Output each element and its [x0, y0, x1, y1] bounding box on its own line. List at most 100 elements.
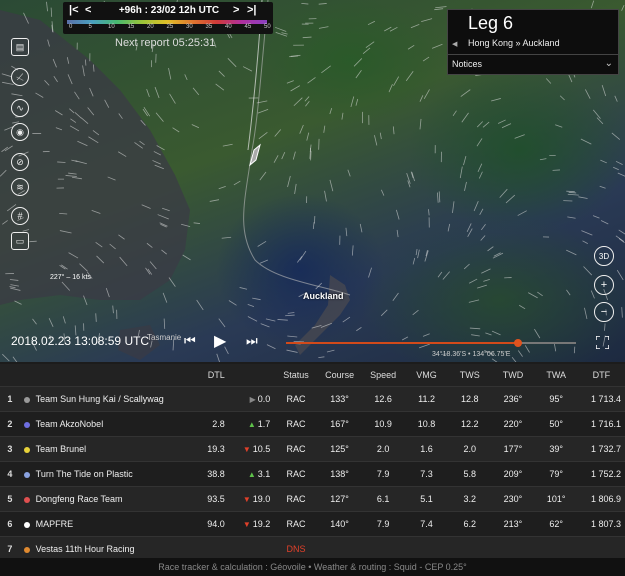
course-cell: 127° [317, 486, 362, 512]
wind-streak [582, 240, 588, 244]
table-row[interactable]: 3 Team Brunel 19.3 ▼ 10.5 RAC 125° 2.0 1.6 2.0 177… [0, 436, 625, 462]
ruler-icon[interactable]: ▭ [11, 232, 29, 250]
play-button[interactable]: ▶ [214, 331, 226, 351]
camera-icon[interactable]: ◉ [11, 123, 29, 141]
wind-streak [452, 110, 457, 117]
scale-tick: 5 [88, 24, 92, 30]
status-cell: RAC [274, 461, 318, 487]
wind-streak [487, 246, 494, 252]
wind-streak [50, 7, 53, 17]
view-3d-button[interactable]: 3D [594, 246, 614, 266]
scale-tick: 40 [225, 24, 232, 30]
route-icon[interactable]: ⟋ [11, 68, 29, 86]
wind-streak [312, 222, 315, 230]
wind-streak [304, 96, 310, 102]
book-icon[interactable]: ▤ [11, 38, 29, 56]
wind-streak [459, 166, 463, 179]
wind-streak [431, 43, 443, 49]
wind-streak [566, 249, 577, 256]
wind-streak [342, 316, 351, 323]
course-cell: 133° [317, 386, 362, 412]
twa-cell: 50° [534, 411, 578, 437]
tasmanie-label: Tasmanie [147, 333, 182, 342]
fullscreen-icon[interactable] [596, 336, 609, 349]
wind-streak [252, 297, 261, 301]
wind-streak [365, 41, 375, 49]
wind-streak [296, 256, 303, 263]
wind-streak [615, 160, 623, 166]
compass-icon[interactable]: ⊘ [11, 153, 29, 171]
forecast-time-label: +96h : 23/02 12h UTC [118, 5, 220, 16]
wind-streak [537, 291, 543, 297]
wind-streak [32, 318, 37, 325]
wind-streak [601, 85, 607, 97]
wind-streak [583, 266, 593, 276]
scale-tick: 35 [205, 24, 213, 30]
wind-streak [286, 80, 294, 84]
wind-streak [362, 47, 371, 54]
wind-streak [483, 278, 490, 282]
table-row[interactable]: 5 Dongfeng Race Team 93.5 ▼ 19.0 RAC 127° 6.1 5.… [0, 486, 625, 512]
wind-streak [341, 112, 344, 120]
col-status: Status [274, 364, 318, 387]
wind-streak [172, 127, 180, 133]
status-cell: RAC [274, 511, 318, 537]
col-dtl: DTL [191, 364, 229, 387]
zoom-in-button[interactable]: + [594, 275, 614, 295]
last-step-button[interactable]: >| [247, 4, 257, 18]
table-row[interactable]: 1 Team Sun Hung Kai / Scallywag ▶ 0.0 RAC 133… [0, 386, 625, 412]
wind-streak [519, 304, 526, 310]
col-vmg: VMG [404, 364, 449, 387]
dtf-cell: 1 752.2 [577, 461, 625, 487]
prev-leg-icon[interactable]: ◀ [452, 40, 457, 48]
leg-panel[interactable]: Leg 6 ◀ Hong Kong » Auckland [447, 9, 619, 55]
wind-streak [592, 109, 601, 119]
wind-streak [460, 89, 471, 97]
wind-streak [318, 26, 329, 29]
scale-tick: 50 [264, 24, 271, 30]
layers-icon[interactable]: ≋ [11, 178, 29, 196]
next-step-button[interactable]: > [233, 4, 239, 18]
wind-icon[interactable]: ∿ [11, 99, 29, 117]
first-step-button[interactable]: |< [69, 4, 79, 18]
wind-streak [281, 151, 286, 160]
dtl-cell [191, 386, 229, 412]
timeline-slider[interactable] [286, 339, 576, 347]
timeline-handle[interactable] [514, 339, 522, 347]
rewind-button[interactable]: ⏮ [184, 333, 196, 349]
wind-streak [584, 307, 588, 319]
team-name: Team Sun Hung Kai / Scallywag [35, 394, 164, 404]
prev-step-button[interactable]: < [85, 4, 91, 18]
wind-readout: 227° – 16 kts [50, 274, 91, 281]
notices-dropdown[interactable]: Notices ⌄ [447, 54, 619, 75]
dtf-cell: 1 716.1 [577, 411, 625, 437]
wind-streak [468, 278, 478, 284]
team-color-dot [23, 546, 30, 553]
team-name: Team AkzoNobel [35, 419, 104, 429]
wind-streak [294, 183, 297, 194]
table-row[interactable]: 6 MAPFRE 94.0 ▼ 19.2 RAC 140° 7.9 7.4 6.2 213° 62° 1… [0, 511, 625, 537]
wind-streak [463, 263, 470, 270]
chevron-down-icon: ⌄ [604, 58, 613, 69]
wind-streak [585, 89, 591, 99]
map-view[interactable]: |< < +96h : 23/02 12h UTC > >| 0 5 10 15 20 2… [0, 0, 625, 362]
wind-streak [524, 345, 530, 353]
wind-streak [389, 26, 398, 32]
wind-streak [401, 336, 409, 341]
wind-streak [613, 166, 619, 171]
twd-cell: 209° [491, 461, 535, 487]
wind-streak [347, 169, 351, 177]
wind-streak [505, 194, 516, 204]
wind-streak [555, 124, 563, 128]
wind-streak [393, 76, 400, 86]
time-scale-bar: |< < +96h : 23/02 12h UTC > >| 0 5 10 15 20 2… [63, 2, 273, 34]
grid-icon[interactable]: # [11, 207, 29, 225]
zoom-out-button[interactable]: − [594, 302, 614, 322]
table-row[interactable]: 4 Turn The Tide on Plastic 38.8 ▲ 3.1 RAC 138°… [0, 461, 625, 487]
wind-streak [438, 191, 441, 203]
tws-cell: 5.8 [448, 461, 492, 487]
table-row[interactable]: 2 Team AkzoNobel 2.8 ▲ 1.7 RAC 167° 10.9 10.8 12.… [0, 411, 625, 437]
wind-streak [95, 313, 97, 322]
wind-streak [604, 323, 606, 331]
forward-button[interactable]: ⏭ [246, 333, 258, 349]
